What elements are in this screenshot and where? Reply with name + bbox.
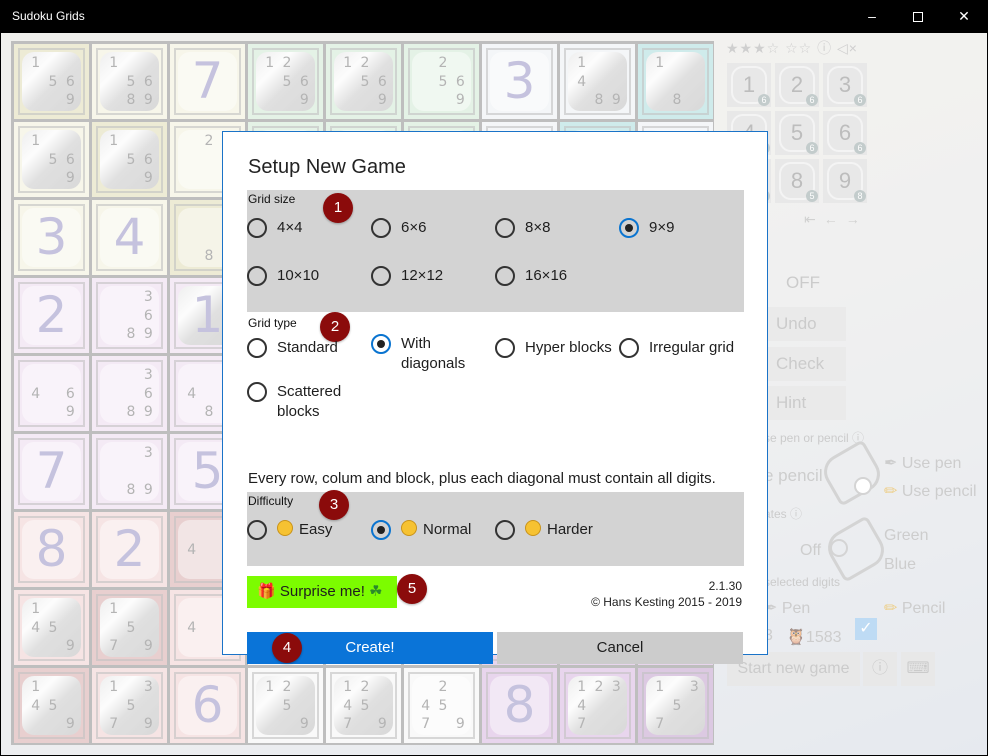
radio-label: Easy [299,521,333,538]
smile-emoji-icon [401,520,417,536]
grid-type-label: Grid type [248,316,297,330]
radio-12x12[interactable]: 12×12 [371,266,443,286]
callout-1: 1 [323,193,353,223]
window-title: Sudoku Grids [12,9,85,23]
difficulty-label: Difficulty [248,494,294,508]
radio-label: 6×6 [401,219,427,236]
confused-emoji-icon [525,520,541,536]
surprise-label: Surprise me! [279,583,365,600]
radio-hyper-blocks[interactable]: Hyper blocks [495,338,612,358]
app-client: 1569156897125691256925693148918156915692… [1,33,987,755]
grid-size-group: Grid size 4×4 6×6 8×8 9×9 10×10 12×12 16… [247,190,744,312]
radio-label: Irregular grid [649,339,735,356]
radio-harder[interactable]: Harder [495,520,593,540]
grid-size-label: Grid size [248,192,296,206]
grin-emoji-icon [277,520,293,536]
gift-icon: 🎁 [257,583,276,600]
radio-label: With diagonals [401,335,466,372]
radio-irregular-grid[interactable]: Irregular grid [619,338,734,358]
radio-label: Hyper blocks [525,339,612,356]
radio-label: 8×8 [525,219,551,236]
maximize-button[interactable] [895,0,941,33]
radio-label: Scattered blocks [277,383,342,420]
radio-4x4[interactable]: 4×4 [247,218,302,238]
close-button[interactable]: ✕ [941,0,987,33]
copyright: © Hans Kesting 2015 - 2019 [591,595,742,609]
version-number: 2.1.30 [708,579,742,593]
radio-standard[interactable]: Standard [247,338,338,358]
radio-scattered-blocks[interactable]: Scattered blocks [247,382,347,422]
minimize-icon: – [868,8,876,24]
radio-10x10[interactable]: 10×10 [247,266,319,286]
maximize-icon [913,12,923,23]
version-info: 2.1.30 © Hans Kesting 2015 - 2019 [591,578,742,610]
radio-with-diagonals[interactable]: With diagonals [371,334,481,374]
dialog-title: Setup New Game [248,156,406,178]
radio-label: Normal [423,521,472,538]
radio-label: 9×9 [649,219,675,236]
radio-label: 10×10 [277,267,320,284]
title-bar: Sudoku Grids – ✕ [0,0,988,33]
clover-icon: ☘ [369,583,383,600]
radio-label: Harder [547,521,593,538]
radio-label: 12×12 [401,267,444,284]
grid-type-description: Every row, colum and block, plus each di… [248,470,716,487]
radio-9x9[interactable]: 9×9 [619,218,674,238]
radio-8x8[interactable]: 8×8 [495,218,550,238]
radio-label: Standard [277,339,338,356]
radio-6x6[interactable]: 6×6 [371,218,426,238]
radio-label: 4×4 [277,219,303,236]
callout-4: 4 [272,633,302,663]
surprise-me-button[interactable]: 🎁 Surprise me! ☘ [247,576,397,608]
radio-16x16[interactable]: 16×16 [495,266,567,286]
radio-normal[interactable]: Normal [371,520,471,540]
minimize-button[interactable]: – [849,0,895,33]
setup-dialog: Setup New Game Grid size 4×4 6×6 8×8 9×9… [222,131,768,664]
cancel-button[interactable]: Cancel [497,632,743,664]
callout-5: 5 [397,574,427,604]
radio-label: 16×16 [525,267,568,284]
radio-easy[interactable]: Easy [247,520,332,540]
close-icon: ✕ [958,8,970,24]
callout-3: 3 [319,490,349,520]
